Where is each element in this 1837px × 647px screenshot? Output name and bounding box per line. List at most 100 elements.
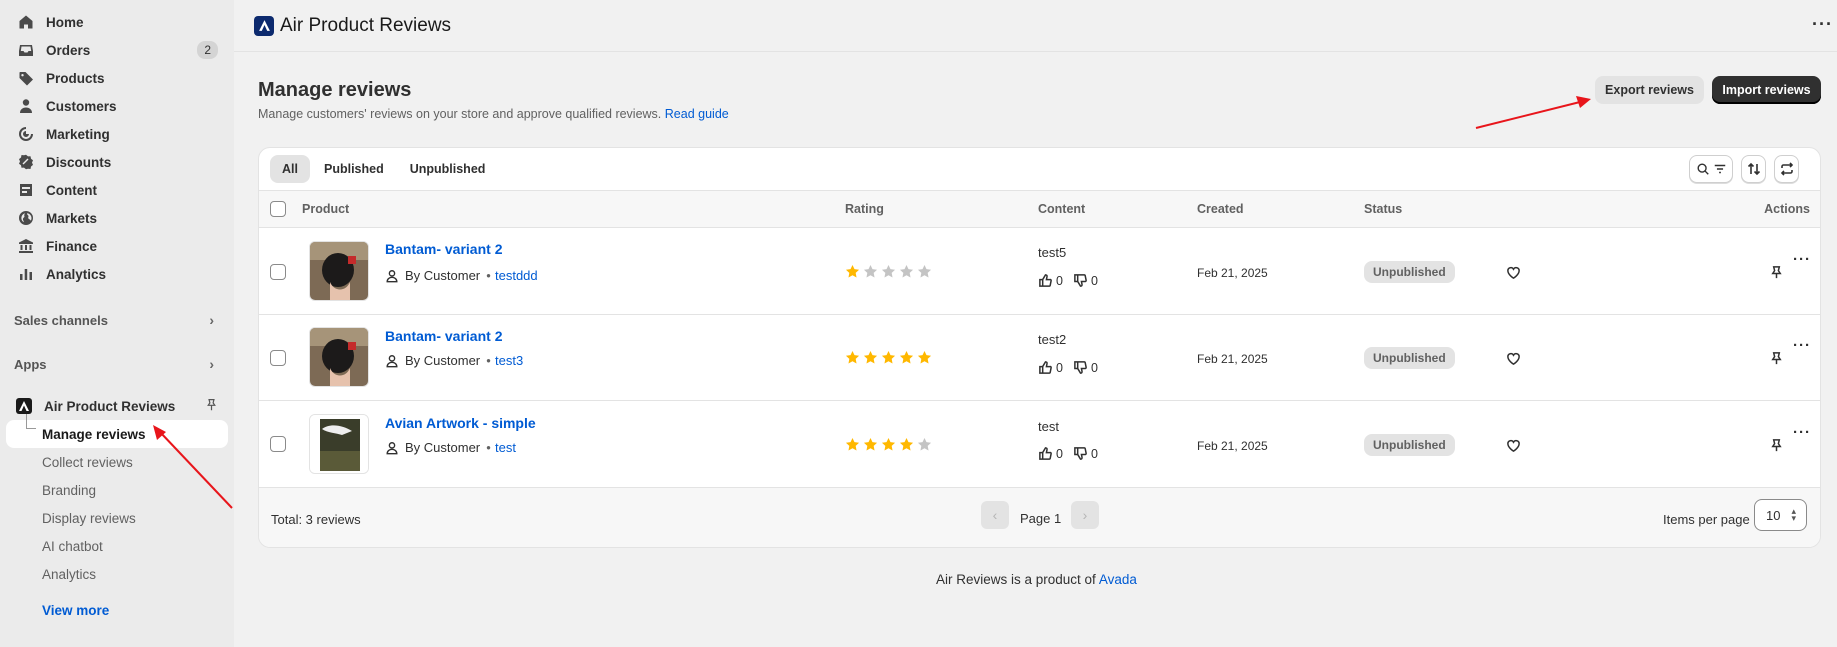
- more-actions-icon[interactable]: ···: [1793, 251, 1811, 268]
- thumbs-down-icon[interactable]: [1073, 446, 1088, 461]
- more-actions-icon[interactable]: ···: [1793, 337, 1811, 354]
- inbox-icon: [18, 42, 34, 58]
- tab-unpublished[interactable]: Unpublished: [398, 155, 498, 183]
- content-icon: [18, 182, 34, 198]
- author-link[interactable]: test: [495, 440, 516, 455]
- review-votes: 0 0: [1038, 273, 1108, 288]
- star-filled-icon: [845, 350, 860, 364]
- thumbs-up-icon[interactable]: [1038, 273, 1053, 288]
- sidebar-sub-display-reviews[interactable]: Display reviews: [6, 504, 228, 532]
- discount-icon: [18, 154, 34, 170]
- tab-all[interactable]: All: [270, 155, 310, 183]
- tab-published[interactable]: Published: [312, 155, 396, 183]
- favorite-icon[interactable]: [1503, 348, 1523, 368]
- header-actions: Actions: [1764, 202, 1810, 216]
- items-per-page-select[interactable]: 10 ▴ ▾: [1754, 499, 1807, 531]
- sidebar-item-home[interactable]: Home: [6, 8, 228, 36]
- thumbs-down-icon[interactable]: [1073, 273, 1088, 288]
- star-empty-icon: [899, 264, 914, 278]
- sidebar-item-finance[interactable]: Finance: [6, 232, 228, 260]
- thumbs-down-icon[interactable]: [1073, 360, 1088, 375]
- star-filled-icon: [899, 437, 914, 451]
- sidebar-sub-branding[interactable]: Branding: [6, 476, 228, 504]
- sync-button[interactable]: [1774, 155, 1799, 183]
- sidebar-item-markets[interactable]: Markets: [6, 204, 228, 232]
- product-name-link[interactable]: Bantam- variant 2: [385, 241, 502, 257]
- search-filter-button[interactable]: [1689, 155, 1733, 183]
- header-content: Content: [1038, 202, 1086, 216]
- apps-section[interactable]: Apps ›: [6, 350, 228, 378]
- header-rating: Rating: [845, 202, 884, 216]
- thumbs-up-icon[interactable]: [1038, 360, 1053, 375]
- review-content: test: [1038, 419, 1059, 434]
- sidebar-item-marketing[interactable]: Marketing: [6, 120, 228, 148]
- rating-stars: [845, 437, 932, 452]
- prev-page-button[interactable]: ‹: [981, 501, 1009, 529]
- more-options-icon[interactable]: ···: [1812, 14, 1833, 35]
- app-title: Air Product Reviews: [280, 14, 452, 36]
- home-icon: [18, 14, 34, 30]
- row-checkbox[interactable]: [270, 264, 286, 280]
- sidebar-sub-collect-reviews[interactable]: Collect reviews: [6, 448, 228, 476]
- product-name-link[interactable]: Avian Artwork - simple: [385, 415, 536, 431]
- reviews-card: All Published Unpublished Product Rating…: [258, 147, 1821, 548]
- row-checkbox[interactable]: [270, 350, 286, 366]
- filter-icon: [1714, 164, 1725, 174]
- thumbs-up-icon[interactable]: [1038, 446, 1053, 461]
- page-indicator: Page 1: [1020, 511, 1062, 526]
- annotation-arrow-export: [1475, 96, 1591, 129]
- pin-icon[interactable]: [1766, 348, 1786, 368]
- export-reviews-button[interactable]: Export reviews: [1595, 76, 1704, 104]
- chevron-right-icon: ›: [209, 356, 214, 372]
- air-reviews-logo-icon: [16, 398, 32, 414]
- person-icon: [386, 269, 398, 282]
- sidebar-item-products[interactable]: Products: [6, 64, 228, 92]
- table-footer: Total: 3 reviews ‹ Page 1 › Items per pa…: [259, 488, 1820, 547]
- sort-button[interactable]: [1741, 155, 1766, 183]
- pin-icon[interactable]: [1766, 435, 1786, 455]
- more-actions-icon[interactable]: ···: [1793, 424, 1811, 441]
- review-content: test5: [1038, 245, 1067, 260]
- favorite-icon[interactable]: [1503, 435, 1523, 455]
- read-guide-link[interactable]: Read guide: [665, 107, 729, 121]
- star-filled-icon: [881, 437, 896, 451]
- import-reviews-button[interactable]: Import reviews: [1712, 76, 1821, 104]
- next-page-button[interactable]: ›: [1071, 501, 1099, 529]
- sidebar-item-content[interactable]: Content: [6, 176, 228, 204]
- sidebar-app-air-product-reviews[interactable]: Air Product Reviews: [6, 392, 228, 420]
- person-icon: [386, 354, 398, 367]
- sidebar-sub-analytics[interactable]: Analytics: [6, 560, 228, 588]
- table-row: Avian Artwork - simple By Customer ● tes…: [259, 401, 1820, 488]
- row-checkbox[interactable]: [270, 436, 286, 452]
- person-icon: [18, 98, 34, 114]
- pin-icon[interactable]: [1766, 262, 1786, 282]
- header-product: Product: [302, 202, 350, 216]
- star-filled-icon: [899, 350, 914, 364]
- sidebar-item-orders[interactable]: Home Orders 2: [6, 36, 228, 64]
- author-link[interactable]: test3: [495, 353, 523, 368]
- bank-icon: [18, 238, 34, 254]
- product-name-link[interactable]: Bantam- variant 2: [385, 328, 502, 344]
- total-count: Total: 3 reviews: [271, 512, 361, 527]
- sales-channels-section[interactable]: Sales channels ›: [6, 306, 228, 334]
- view-more-link[interactable]: View more: [6, 596, 228, 624]
- avada-link[interactable]: Avada: [1099, 572, 1137, 587]
- page-title: Manage reviews: [258, 79, 412, 101]
- search-icon: [1696, 163, 1709, 175]
- rating-stars: [845, 350, 932, 365]
- sidebar-sub-ai-chatbot[interactable]: AI chatbot: [6, 532, 228, 560]
- chevron-right-icon: ›: [209, 312, 214, 328]
- chevron-left-icon: ‹: [992, 507, 998, 523]
- sidebar-item-analytics[interactable]: Analytics: [6, 260, 228, 288]
- air-reviews-logo-icon: [254, 15, 274, 36]
- powered-by: Air Reviews is a product of Avada: [936, 572, 1137, 587]
- pin-icon[interactable]: [205, 398, 218, 414]
- sidebar-sub-manage-reviews[interactable]: Manage reviews: [6, 414, 228, 448]
- sidebar-item-customers[interactable]: Customers: [6, 92, 228, 120]
- favorite-icon[interactable]: [1503, 262, 1523, 282]
- orders-badge: 2: [197, 41, 218, 59]
- author-link[interactable]: testddd: [495, 268, 538, 283]
- select-all-checkbox[interactable]: [270, 201, 286, 217]
- star-empty-icon: [917, 264, 932, 278]
- sidebar-item-discounts[interactable]: Discounts: [6, 148, 228, 176]
